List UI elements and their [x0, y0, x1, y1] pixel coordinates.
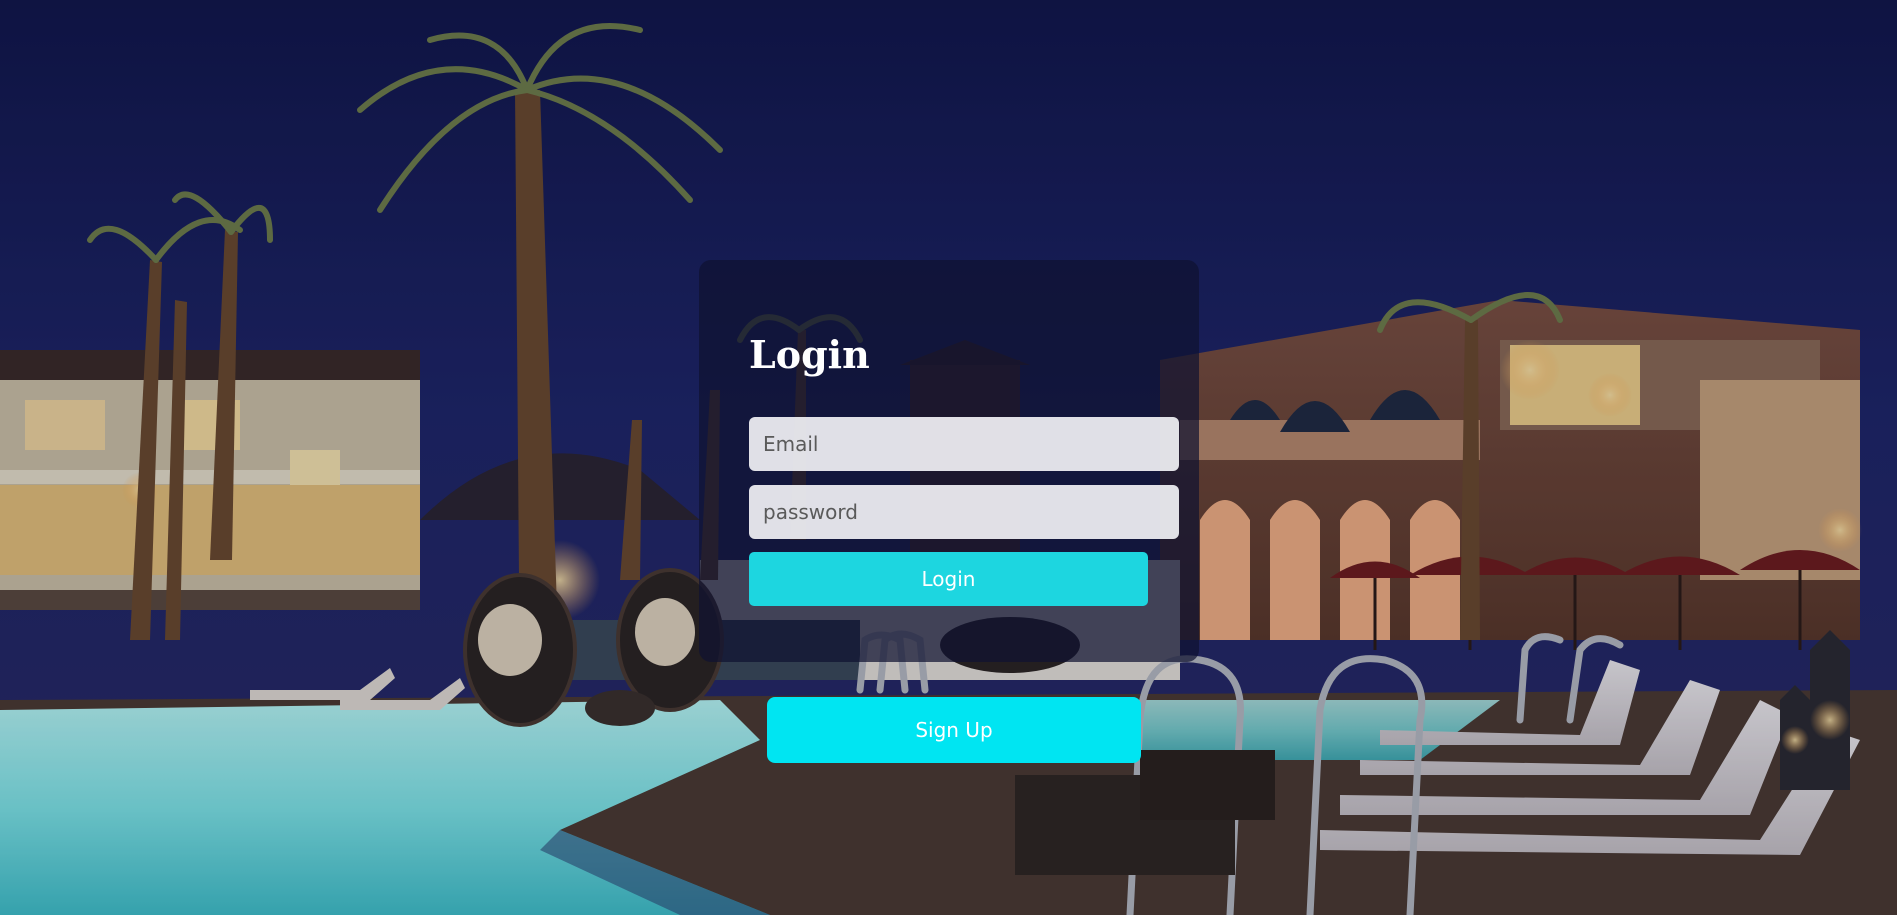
password-input[interactable] — [749, 485, 1179, 539]
email-input[interactable] — [749, 417, 1179, 471]
login-card: Login Login — [699, 260, 1199, 662]
login-button[interactable]: Login — [749, 552, 1148, 606]
sign-up-button[interactable]: Sign Up — [767, 697, 1141, 763]
login-title: Login — [749, 332, 870, 377]
